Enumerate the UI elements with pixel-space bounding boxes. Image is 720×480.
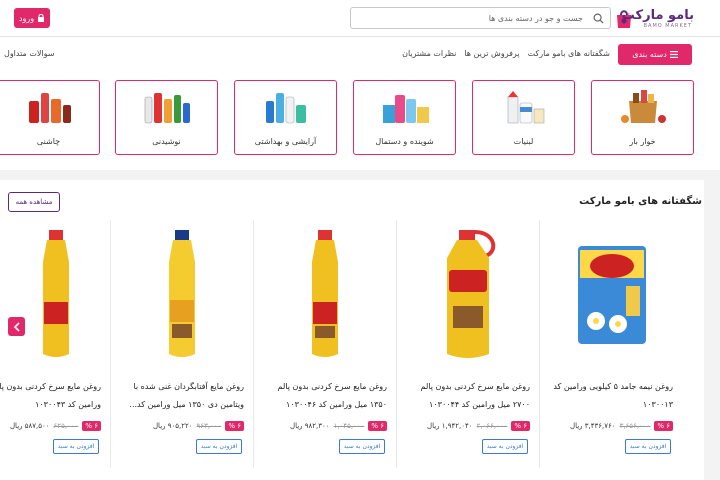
groceries-icon: [620, 90, 666, 123]
header-divider: [0, 36, 720, 37]
nav-links: شگفتانه های بامو مارکت پرفروش ترین ها نظ…: [402, 49, 610, 58]
logo-subtitle: BAMO MARKET: [643, 23, 692, 29]
old-price: ۳,۶۵۶,۰۰۰: [619, 422, 651, 430]
new-price: ۱,۹۴۲,۰۴۰ ریال: [427, 422, 473, 430]
cosmetics-icon: [265, 93, 306, 124]
section-title: شگفتانه های بامو مارکت: [579, 196, 702, 207]
product-name[interactable]: روغن مایع آفتابگردان غنی شده با ویتامین …: [117, 378, 244, 414]
condiments-icon: [28, 93, 71, 123]
product-name[interactable]: روغن مایع سرخ کردنی بدون پا میل ورامین ک…: [0, 378, 101, 414]
category-label: چاشنی: [36, 137, 61, 146]
detergent-icon: [382, 95, 429, 123]
main-nav: دسته بندی شگفتانه های بامو مارکت پرفروش …: [0, 40, 720, 68]
product-name[interactable]: روغن مایع سرخ کردنی بدون پالم ۲۷۰۰ میل و…: [403, 378, 530, 414]
product-name[interactable]: روغن نیمه جامد ۵ کیلویی ورامین کد ۱۰۳۰۰۱…: [546, 378, 673, 414]
price-row: ۶ % ۹۶۳,۰۰۰ ۹۰۵,۲۲۰ ریال: [115, 420, 244, 432]
product-image: [577, 246, 646, 344]
new-price: ۵۸۷,۵۰۰ ریال: [9, 422, 50, 430]
header: بامو مارکت BAMO MARKET ورود: [0, 0, 720, 36]
discount-badge: ۶ %: [654, 421, 673, 431]
nav-link-best-sellers[interactable]: پرفروش ترین ها: [464, 49, 519, 58]
category-card-beverages[interactable]: نوشیدنی: [115, 80, 218, 155]
discount-badge: ۶ %: [225, 421, 244, 431]
add-to-cart-button[interactable]: افزودن به سبد: [482, 439, 528, 454]
product-image: [168, 230, 195, 357]
site-logo[interactable]: بامو مارکت BAMO MARKET: [614, 6, 694, 32]
add-to-cart-button[interactable]: افزودن به سبد: [625, 439, 671, 454]
chevron-left-icon: [13, 321, 20, 332]
old-price: ۹۶۳,۰۰۰: [196, 422, 222, 430]
nav-link-faq[interactable]: سوالات متداول: [4, 49, 55, 58]
product-card[interactable]: روغن مایع سرخ کردنی بدون پا میل ورامین ک…: [0, 220, 109, 468]
price-row: ۶ % ۱,۰۴۵,۰۰۰ ۹۸۲,۳۰۰ ریال: [258, 420, 387, 432]
add-to-cart-button[interactable]: افزودن به سبد: [53, 439, 99, 454]
new-price: ۳,۴۳۶,۷۶۰ ریال: [570, 422, 616, 430]
search-input[interactable]: [355, 10, 583, 26]
login-label: ورود: [18, 13, 35, 23]
old-price: ۶۲۵,۰۰۰: [53, 422, 79, 430]
product-image: [446, 230, 495, 358]
category-card-groceries[interactable]: خوار بار: [591, 80, 694, 155]
category-list: خوار بار لبنیات شوینده و دستمال آرایشی و…: [0, 80, 720, 156]
product-card[interactable]: روغن مایع سرخ کردنی بدون پالم ۲۷۰۰ میل و…: [396, 220, 538, 468]
product-card[interactable]: روغن نیمه جامد ۵ کیلویی ورامین کد ۱۰۳۰۰۱…: [539, 220, 681, 468]
old-price: ۱,۰۴۵,۰۰۰: [333, 422, 365, 430]
logo-text: بامو مارکت: [621, 8, 694, 23]
beverages-icon: [144, 93, 190, 124]
nav-link-amazing-offers[interactable]: شگفتانه های بامو مارکت: [528, 49, 610, 58]
new-price: ۹۰۵,۲۲۰ ریال: [152, 422, 193, 430]
price-row: ۶ % ۶۲۵,۰۰۰ ۵۸۷,۵۰۰ ریال: [0, 420, 101, 432]
login-button[interactable]: ورود: [14, 8, 50, 28]
discount-badge: ۶ %: [368, 421, 387, 431]
price-row: ۶ % ۲,۰۶۶,۰۰۰ ۱,۹۴۲,۰۴۰ ریال: [401, 420, 530, 432]
dairy-icon: [507, 91, 544, 124]
discount-badge: ۶ %: [82, 421, 101, 431]
product-image: [43, 230, 69, 357]
add-to-cart-button[interactable]: افزودن به سبد: [339, 439, 385, 454]
product-card[interactable]: روغن مایع سرخ کردنی بدون پالم ۱۳۵۰ میل و…: [253, 220, 395, 468]
category-card-condiments[interactable]: چاشنی: [0, 80, 100, 155]
category-label: شوینده و دستمال: [375, 137, 434, 146]
new-price: ۹۸۲,۳۰۰ ریال: [289, 422, 330, 430]
category-label: لبنیات: [513, 137, 534, 146]
product-name[interactable]: روغن مایع سرخ کردنی بدون پالم ۱۳۵۰ میل و…: [260, 378, 387, 414]
category-card-detergent[interactable]: شوینده و دستمال: [353, 80, 456, 155]
menu-icon: [669, 51, 678, 58]
category-label: خوار بار: [629, 137, 656, 146]
search-box[interactable]: [350, 7, 611, 29]
discount-badge: ۶ %: [511, 421, 530, 431]
add-to-cart-button[interactable]: افزودن به سبد: [196, 439, 242, 454]
old-price: ۲,۰۶۶,۰۰۰: [476, 422, 508, 430]
see-all-button[interactable]: مشاهده همه: [8, 192, 60, 212]
product-card[interactable]: روغن مایع آفتابگردان غنی شده با ویتامین …: [110, 220, 252, 468]
category-card-cosmetics[interactable]: آرایشی و بهداشتی: [234, 80, 337, 155]
price-row: ۶ % ۳,۶۵۶,۰۰۰ ۳,۴۳۶,۷۶۰ ریال: [544, 420, 673, 432]
login-icon: [38, 14, 45, 22]
category-card-dairy[interactable]: لبنیات: [472, 80, 575, 155]
category-label: نوشیدنی: [152, 137, 181, 146]
categories-button[interactable]: دسته بندی: [618, 44, 692, 65]
product-image: [311, 230, 338, 357]
category-label: آرایشی و بهداشتی: [254, 137, 317, 146]
categories-label: دسته بندی: [632, 50, 667, 59]
search-icon[interactable]: [593, 13, 604, 24]
carousel-next-button[interactable]: [8, 317, 25, 336]
nav-link-customer-reviews[interactable]: نظرات مشتریان: [402, 49, 456, 58]
